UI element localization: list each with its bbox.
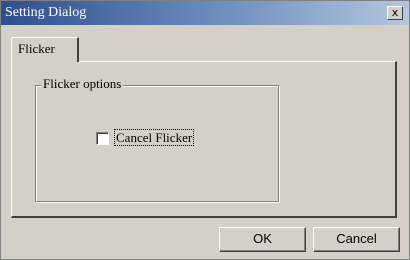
tab-flicker-label: Flicker xyxy=(18,41,55,56)
cancel-button[interactable]: Cancel xyxy=(313,227,400,252)
groupbox-label: Flicker options xyxy=(41,76,124,92)
cancel-flicker-label[interactable]: Cancel Flicker xyxy=(113,129,195,146)
close-button[interactable]: x xyxy=(387,6,403,20)
ok-button[interactable]: OK xyxy=(219,227,306,252)
title-bar: Setting Dialog x xyxy=(1,1,409,25)
close-icon: x xyxy=(391,6,399,19)
setting-dialog: Setting Dialog x Flicker Flicker options… xyxy=(0,0,410,260)
tab-flicker[interactable]: Flicker xyxy=(11,37,79,62)
cancel-flicker-checkbox[interactable] xyxy=(96,132,109,145)
window-title: Setting Dialog xyxy=(5,5,87,20)
